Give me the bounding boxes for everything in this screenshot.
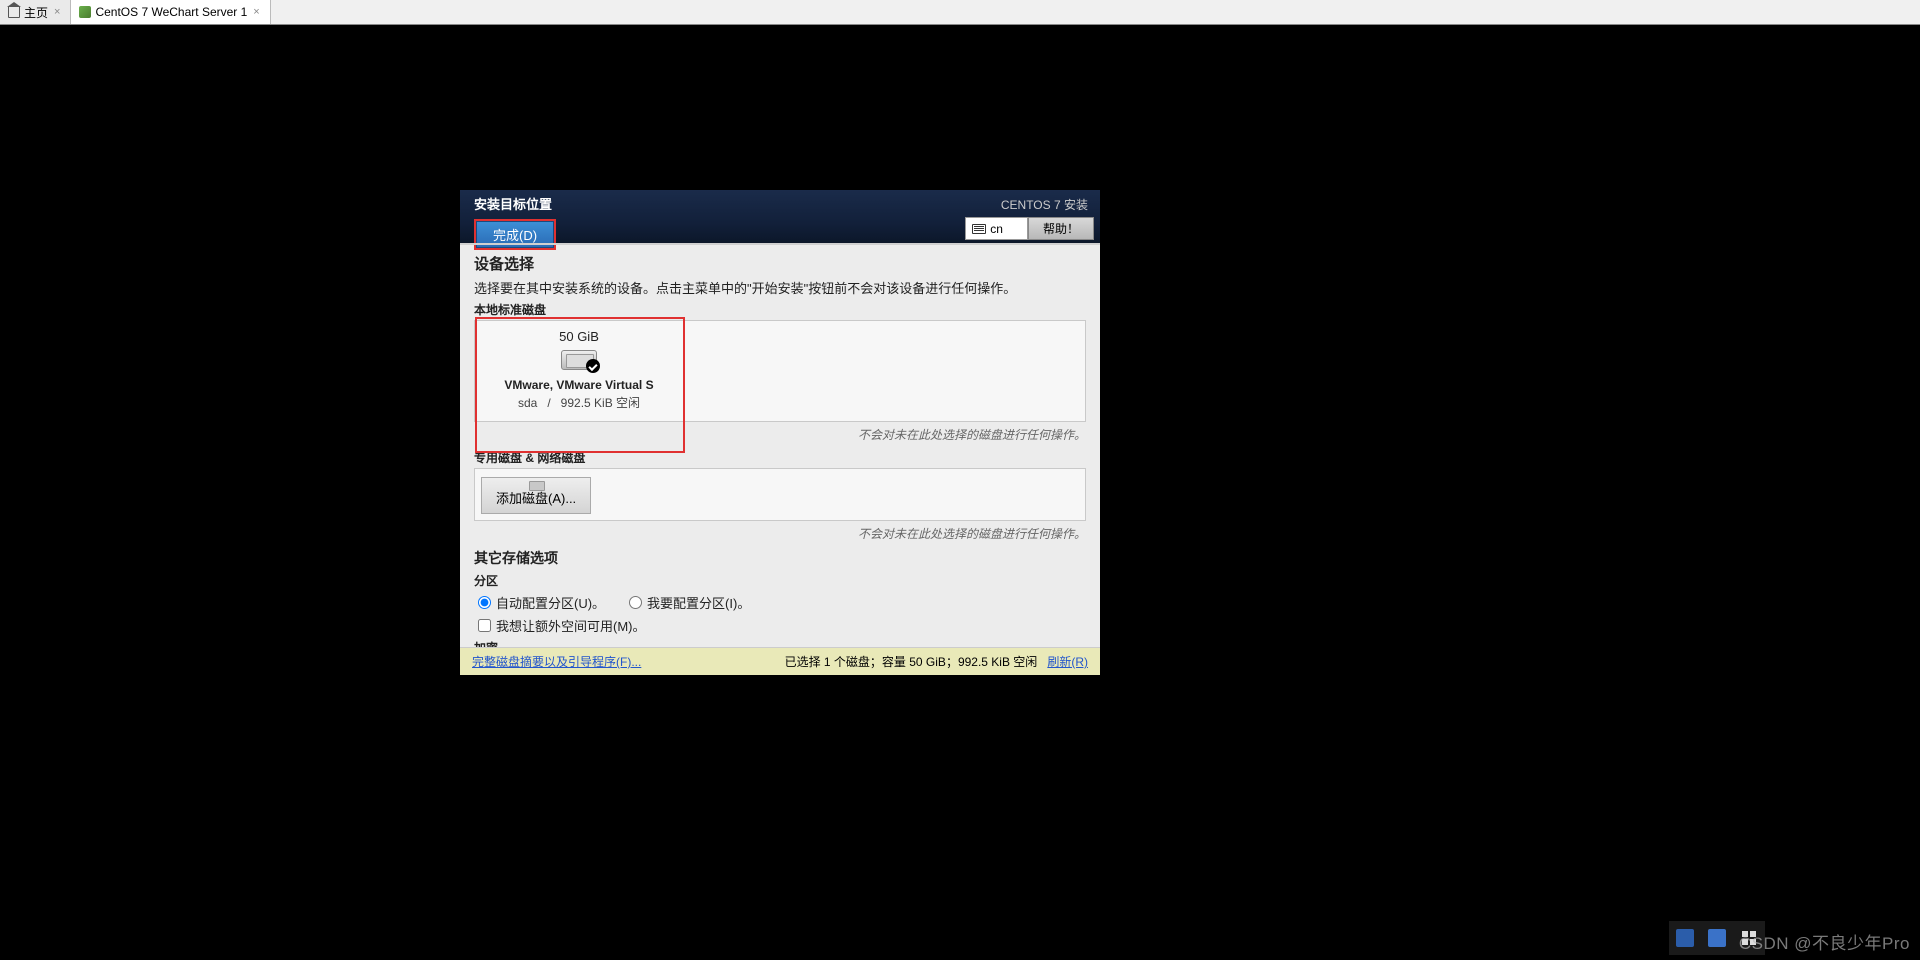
disk-summary-link[interactable]: 完整磁盘摘要以及引导程序(F)...: [472, 653, 641, 670]
tab-label: 主页: [24, 4, 48, 21]
special-disks-title: 专用磁盘 & 网络磁盘: [474, 449, 1086, 466]
add-disk-button[interactable]: 添加磁盘(A)...: [481, 477, 591, 514]
radio-label: 我要配置分区(I)。: [647, 593, 750, 612]
local-disks-title: 本地标准磁盘: [474, 301, 1086, 318]
lang-code: cn: [990, 222, 1003, 236]
app-icon: [1676, 929, 1694, 947]
other-storage-title: 其它存储选项: [474, 548, 1086, 568]
disk-size: 50 GiB: [481, 325, 677, 350]
check-icon: [586, 359, 600, 373]
radio-label: 自动配置分区(U)。: [496, 593, 605, 612]
local-disks-panel: 50 GiB VMware, VMware Virtual S sda / 99…: [474, 320, 1086, 422]
taskbar-app-1[interactable]: [1669, 922, 1701, 954]
keyboard-icon: [972, 224, 986, 234]
dialog-header: 安装目标位置 完成(D) CENTOS 7 安装 cn 帮助！: [460, 190, 1100, 245]
radio-input[interactable]: [629, 596, 642, 609]
disk-device: sda: [518, 396, 537, 410]
special-disks-panel: 添加磁盘(A)...: [474, 468, 1086, 521]
radio-input[interactable]: [478, 596, 491, 609]
hdd-icon: [561, 350, 597, 370]
manual-partition-radio[interactable]: 我要配置分区(I)。: [629, 593, 750, 612]
refresh-link[interactable]: 刷新(R): [1047, 655, 1088, 669]
disk-info: sda / 992.5 KiB 空闲: [481, 394, 677, 411]
device-selection-title: 设备选择: [474, 253, 1086, 274]
taskbar-app-2[interactable]: [1701, 922, 1733, 954]
local-disks-note: 不会对未在此处选择的磁盘进行任何操作。: [474, 426, 1086, 443]
auto-partition-radio[interactable]: 自动配置分区(U)。: [478, 593, 605, 612]
checkbox-label: 我想让额外空间可用(M)。: [496, 616, 646, 635]
dialog-footer: 完整磁盘摘要以及引导程序(F)... 已选择 1 个磁盘；容量 50 GiB；9…: [460, 647, 1100, 675]
tab-vm[interactable]: CentOS 7 WeChart Server 1 ×: [71, 0, 270, 24]
vm-icon: [79, 6, 91, 18]
tab-close[interactable]: ×: [52, 6, 62, 18]
encryption-title: 加密: [474, 639, 1086, 647]
keyboard-layout-selector[interactable]: cn: [965, 217, 1028, 240]
disk-free: 992.5 KiB 空闲: [561, 396, 640, 410]
disk-model: VMware, VMware Virtual S: [481, 378, 677, 392]
sep: /: [547, 396, 550, 410]
os-label: CENTOS 7 安装: [1001, 196, 1094, 213]
device-selection-desc: 选择要在其中安装系统的设备。点击主菜单中的"开始安装"按钮前不会对该设备进行任何…: [474, 278, 1086, 297]
installer-dialog: 安装目标位置 完成(D) CENTOS 7 安装 cn 帮助！ 设备选择 选择要: [460, 190, 1100, 675]
done-button[interactable]: 完成(D): [476, 221, 554, 248]
watermark: CSDN @不良少年Pro: [1739, 929, 1910, 954]
footer-status: 已选择 1 个磁盘；容量 50 GiB；992.5 KiB 空闲: [785, 655, 1038, 669]
checkbox-input[interactable]: [478, 619, 491, 632]
tab-label: CentOS 7 WeChart Server 1: [95, 5, 247, 19]
dialog-body: 设备选择 选择要在其中安装系统的设备。点击主菜单中的"开始安装"按钮前不会对该设…: [460, 245, 1100, 647]
tab-bar: 主页 × CentOS 7 WeChart Server 1 ×: [0, 0, 1920, 25]
disk-item[interactable]: 50 GiB VMware, VMware Virtual S sda / 99…: [481, 325, 677, 411]
tab-close[interactable]: ×: [251, 6, 261, 18]
vm-console: 安装目标位置 完成(D) CENTOS 7 安装 cn 帮助！ 设备选择 选择要: [0, 25, 1920, 960]
extra-space-checkbox[interactable]: 我想让额外空间可用(M)。: [478, 616, 646, 635]
footer-right: 已选择 1 个磁盘；容量 50 GiB；992.5 KiB 空闲 刷新(R): [785, 653, 1088, 670]
app-icon: [1708, 929, 1726, 947]
dialog-title: 安装目标位置: [474, 190, 556, 213]
special-disks-note: 不会对未在此处选择的磁盘进行任何操作。: [474, 525, 1086, 542]
tab-home[interactable]: 主页 ×: [0, 0, 71, 24]
home-icon: [8, 6, 20, 18]
partition-title: 分区: [474, 572, 1086, 589]
help-button[interactable]: 帮助！: [1028, 217, 1094, 240]
